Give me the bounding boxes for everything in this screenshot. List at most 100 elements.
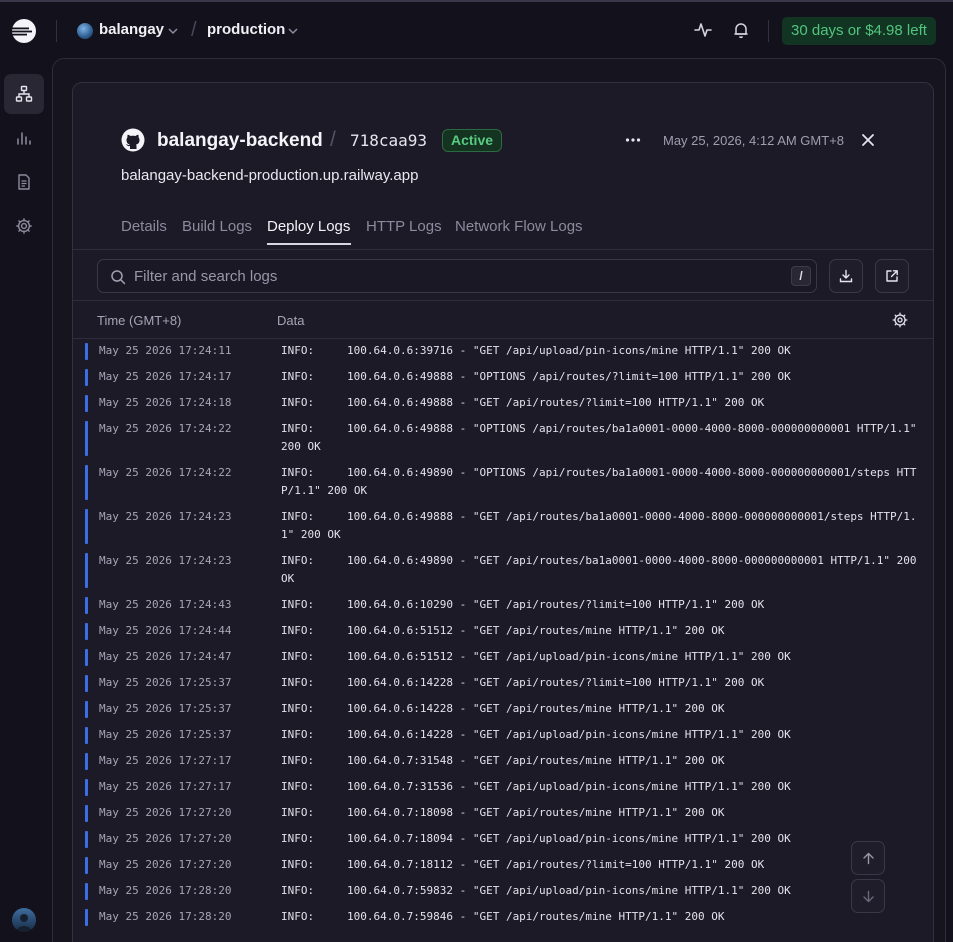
log-timestamp: May 25 2026 17:24:18 [99, 396, 232, 409]
chevron-down-icon[interactable] [167, 25, 179, 37]
log-level-bar [85, 805, 88, 822]
close-icon[interactable] [861, 133, 875, 147]
open-external-button[interactable] [875, 259, 909, 293]
tab-deploy-logs[interactable]: Deploy Logs [267, 218, 350, 235]
log-level-bar [85, 701, 88, 718]
log-level: INFO: [281, 370, 315, 383]
log-row[interactable]: May 25 2026 17:27:20 INFO: 100.64.0.7:1809… [73, 827, 933, 853]
log-level-bar [85, 675, 88, 692]
log-level: INFO: [281, 598, 315, 611]
log-level-bar [85, 909, 88, 926]
log-level: INFO: [281, 510, 315, 523]
log-row[interactable]: May 25 2026 17:24:22 INFO: 100.64.0.6:4989… [73, 461, 933, 505]
log-row[interactable]: May 25 2026 17:25:37 INFO: 100.64.0.6:1422… [73, 723, 933, 749]
user-silhouette-icon [16, 914, 32, 932]
log-level: INFO: [281, 650, 315, 663]
log-level-bar [85, 553, 88, 588]
topbar-divider [56, 20, 57, 42]
log-level: INFO: [281, 910, 315, 923]
log-timestamp: May 25 2026 17:28:20 [99, 884, 232, 897]
log-message: 100.64.0.6:39716 - "GET /api/upload/pin-… [347, 344, 791, 357]
log-message: 100.64.0.7:18098 - "GET /api/routes/mine… [347, 806, 725, 819]
log-level: INFO: [281, 422, 315, 435]
log-row[interactable]: May 25 2026 17:24:43 INFO: 100.64.0.6:1029… [73, 593, 933, 619]
log-timestamp: May 25 2026 17:24:44 [99, 624, 232, 637]
top-bar: balangay / production 30 days or $4.98 l… [0, 2, 953, 58]
chevron-down-icon[interactable] [287, 25, 299, 37]
more-options-icon[interactable] [624, 131, 642, 149]
log-level-bar [85, 509, 88, 544]
log-row[interactable]: May 25 2026 17:28:20 INFO: 100.64.0.7:5983… [73, 879, 933, 905]
activity-pulse-icon[interactable] [693, 20, 713, 40]
log-level-bar [85, 779, 88, 796]
scroll-to-top-button[interactable] [851, 841, 885, 875]
log-level: INFO: [281, 728, 315, 741]
service-url[interactable]: balangay-backend-production.up.railway.a… [121, 167, 418, 184]
log-level: INFO: [281, 554, 315, 567]
environment-name[interactable]: production [207, 21, 285, 38]
topbar-divider [768, 20, 769, 42]
log-row[interactable]: May 25 2026 17:24:44 INFO: 100.64.0.6:5151… [73, 619, 933, 645]
bell-icon[interactable] [731, 20, 751, 40]
log-message: 100.64.0.6:49890 - "OPTIONS /api/routes/… [281, 466, 917, 497]
trial-credit-badge[interactable]: 30 days or $4.98 left [782, 17, 936, 45]
tab-build-logs[interactable]: Build Logs [182, 218, 252, 235]
gear-icon[interactable] [15, 217, 33, 235]
gear-icon[interactable] [892, 312, 908, 328]
tab-details[interactable]: Details [121, 218, 167, 235]
active-tab-indicator [267, 243, 351, 245]
log-row[interactable]: May 25 2026 17:27:17 INFO: 100.64.0.7:3154… [73, 749, 933, 775]
log-row[interactable]: May 25 2026 17:24:22 INFO: 100.64.0.6:4988… [73, 417, 933, 461]
log-row[interactable]: May 25 2026 17:24:18 INFO: 100.64.0.6:4988… [73, 391, 933, 417]
railway-logo-icon[interactable] [11, 18, 37, 44]
service-panel: balangay-backend / 718caa93 Active May 2… [72, 82, 934, 942]
log-level: INFO: [281, 780, 315, 793]
log-level: INFO: [281, 858, 315, 871]
log-message: 100.64.0.6:49888 - "GET /api/routes/ba1a… [281, 510, 917, 541]
log-level-bar [85, 369, 88, 386]
log-row[interactable]: May 25 2026 17:28:20 INFO: 100.64.0.7:5984… [73, 905, 933, 931]
log-row[interactable]: May 25 2026 17:27:17 INFO: 100.64.0.7:3153… [73, 775, 933, 801]
log-timestamp: May 25 2026 17:24:23 [99, 510, 232, 523]
log-level: INFO: [281, 344, 315, 357]
log-timestamp: May 25 2026 17:27:20 [99, 858, 232, 871]
log-row[interactable]: May 25 2026 17:24:47 INFO: 100.64.0.6:5151… [73, 645, 933, 671]
bar-chart-icon[interactable] [15, 129, 33, 147]
log-row[interactable]: May 25 2026 17:24:11 INFO: 100.64.0.6:3971… [73, 339, 933, 365]
document-icon[interactable] [15, 173, 33, 191]
log-row[interactable]: May 25 2026 17:24:17 INFO: 100.64.0.6:4988… [73, 365, 933, 391]
architecture-icon[interactable] [15, 85, 33, 103]
log-level-bar [85, 753, 88, 770]
tab-http-logs[interactable]: HTTP Logs [366, 218, 442, 235]
download-logs-button[interactable] [829, 259, 863, 293]
project-avatar[interactable] [77, 23, 93, 39]
log-row[interactable]: May 25 2026 17:24:23 INFO: 100.64.0.6:4989… [73, 549, 933, 593]
project-name[interactable]: balangay [99, 21, 164, 38]
external-link-icon [886, 270, 898, 282]
avatar[interactable] [12, 908, 36, 932]
table-header-divider [73, 300, 933, 301]
log-message: 100.64.0.6:49888 - "GET /api/routes/?lim… [347, 396, 765, 409]
breadcrumb-separator: / [191, 19, 197, 41]
log-row[interactable]: May 25 2026 17:25:37 INFO: 100.64.0.6:1422… [73, 671, 933, 697]
search-shortcut-hint: / [791, 266, 811, 286]
log-timestamp: May 25 2026 17:24:22 [99, 466, 232, 479]
log-level: INFO: [281, 396, 315, 409]
log-level: INFO: [281, 702, 315, 715]
github-icon [121, 128, 145, 152]
log-message: 100.64.0.7:18112 - "GET /api/routes/?lim… [347, 858, 765, 871]
log-timestamp: May 25 2026 17:25:37 [99, 676, 232, 689]
commit-hash[interactable]: 718caa93 [350, 131, 427, 150]
log-level-bar [85, 421, 88, 456]
log-row[interactable]: May 25 2026 17:27:20 INFO: 100.64.0.7:1811… [73, 853, 933, 879]
log-list[interactable]: May 25 2026 17:24:11 INFO: 100.64.0.6:3971… [73, 339, 933, 931]
log-level-bar [85, 343, 88, 360]
log-row[interactable]: May 25 2026 17:24:23 INFO: 100.64.0.6:4988… [73, 505, 933, 549]
tab-network-flow-logs[interactable]: Network Flow Logs [455, 218, 583, 235]
log-row[interactable]: May 25 2026 17:25:37 INFO: 100.64.0.6:1422… [73, 697, 933, 723]
scroll-to-bottom-button[interactable] [851, 879, 885, 913]
log-row[interactable]: May 25 2026 17:27:20 INFO: 100.64.0.7:1809… [73, 801, 933, 827]
log-timestamp: May 25 2026 17:27:17 [99, 780, 232, 793]
search-input[interactable] [134, 260, 774, 292]
log-message: 100.64.0.6:51512 - "GET /api/routes/mine… [347, 624, 725, 637]
